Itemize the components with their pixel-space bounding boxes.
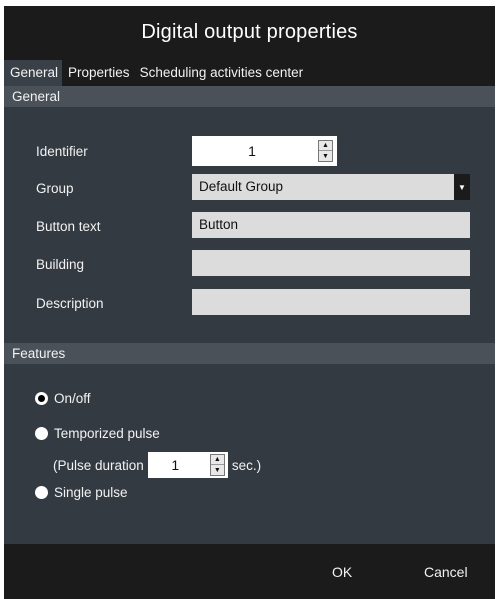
digital-output-properties-dialog: Digital output properties General Proper… (4, 6, 495, 599)
building-field[interactable] (192, 250, 470, 276)
pulse-duration-stepper[interactable]: 1 ▲ ▼ (147, 452, 228, 478)
pulse-duration-prefix: (Pulse duration (53, 457, 144, 473)
identifier-label: Identifier (36, 144, 88, 159)
radio-temporized-pulse[interactable]: Temporized pulse (35, 426, 160, 441)
pulse-duration-spin-buttons[interactable]: ▲ ▼ (209, 454, 225, 476)
pulse-duration-value: 1 (171, 457, 180, 473)
pulse-duration-suffix: sec.) (231, 457, 262, 473)
radio-selected-icon[interactable] (35, 392, 48, 405)
description-field[interactable] (192, 289, 470, 315)
radio-single-pulse-label: Single pulse (54, 485, 128, 500)
button-text-field[interactable]: Button (192, 212, 470, 238)
tab-bar: General Properties Scheduling activities… (4, 58, 495, 86)
ok-button[interactable]: OK (332, 564, 352, 580)
radio-single-pulse[interactable]: Single pulse (35, 485, 128, 500)
identifier-value: 1 (248, 143, 256, 159)
chevron-down-icon: ▼ (458, 182, 466, 192)
identifier-stepper[interactable]: 1 ▲ ▼ (192, 136, 337, 166)
general-section-header: General (4, 86, 495, 107)
dialog-footer: OK Cancel (4, 544, 495, 599)
button-text-value: Button (199, 217, 239, 232)
button-text-label: Button text (36, 219, 101, 234)
group-select[interactable]: Default Group (192, 174, 454, 200)
spin-up-icon[interactable]: ▲ (319, 141, 332, 151)
radio-on-off[interactable]: On/off (35, 391, 91, 406)
group-label: Group (36, 181, 74, 196)
spin-down-icon[interactable]: ▼ (319, 151, 332, 161)
radio-unselected-icon[interactable] (35, 427, 48, 440)
spin-down-icon[interactable]: ▼ (211, 465, 224, 475)
building-label: Building (36, 257, 85, 272)
cancel-button[interactable]: Cancel (424, 564, 468, 580)
identifier-spin-buttons[interactable]: ▲ ▼ (318, 140, 333, 162)
group-selected-value: Default Group (199, 179, 284, 194)
spin-up-icon[interactable]: ▲ (210, 455, 224, 465)
pulse-duration-row: (Pulse duration 1 ▲ ▼ sec.) (53, 452, 261, 478)
dialog-titlebar: Digital output properties (4, 6, 495, 58)
tab-scheduling-activities-center[interactable]: Scheduling activities center (134, 60, 308, 86)
radio-on-off-label: On/off (54, 391, 91, 406)
dialog-title: Digital output properties (141, 20, 358, 43)
group-dropdown-button[interactable]: ▼ (454, 174, 470, 200)
tab-properties[interactable]: Properties (62, 60, 134, 86)
radio-unselected-icon[interactable] (35, 486, 48, 499)
radio-temporized-pulse-label: Temporized pulse (54, 426, 160, 441)
features-section-header: Features (4, 343, 495, 364)
tab-general[interactable]: General (4, 60, 63, 86)
description-label: Description (36, 296, 104, 311)
